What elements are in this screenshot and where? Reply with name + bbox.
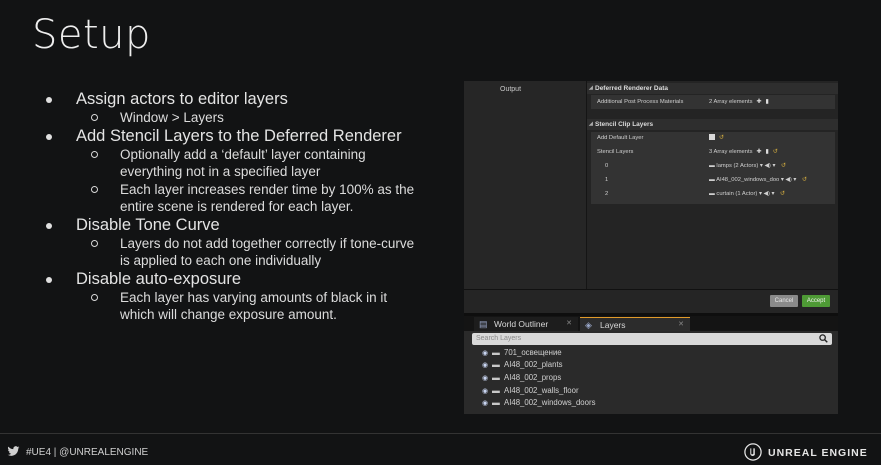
search-icon[interactable] [819, 334, 828, 343]
eye-icon[interactable]: ◉ [482, 398, 492, 410]
tab-layers[interactable]: ◈ Layers ✕ [580, 317, 690, 331]
dialog-footer: Cancel Accept [464, 289, 838, 313]
trash-icon[interactable]: ▮ [766, 146, 769, 158]
details-pane: Deferred Renderer Data Additional Post P… [587, 81, 838, 289]
add-default-layer-row: Add Default Layer ↺ [591, 132, 835, 144]
sub-bullet-item: Optionally add a ‘default’ layer contain… [44, 146, 424, 181]
twitter-icon [7, 446, 20, 456]
deferred-renderer-block: Additional Post Process Materials 2 Arra… [591, 95, 835, 109]
stencil-layer-row[interactable]: 0 ▬ lamps (2 Actors) ▾ ◀) ▾ ↺ [591, 160, 835, 172]
speaker-icon: ◀) [764, 163, 771, 169]
bullet-item: Disable auto-exposure [44, 270, 424, 289]
layers-panel: Search Layers ◉ ▬ 701_освещение ◉ ▬ AI48_002… [464, 331, 838, 414]
layer-item[interactable]: ◉ ▬ AI48_002_plants [482, 359, 563, 371]
sub-bullet-item: Each layer has varying amounts of black … [44, 289, 424, 324]
stencil-layer-dropdown[interactable]: curtain (1 Actor) [716, 191, 757, 197]
panel-tabs: ▤ World Outliner ✕ ◈ Layers ✕ [464, 316, 838, 331]
reset-icon[interactable]: ↺ [719, 135, 724, 141]
post-process-row: Additional Post Process Materials 2 Arra… [591, 96, 835, 108]
accept-button[interactable]: Accept [802, 295, 830, 307]
add-default-layer-label: Add Default Layer [597, 135, 644, 141]
sub-bullet-item: Layers do not add together correctly if … [44, 235, 424, 270]
deferred-renderer-header[interactable]: Deferred Renderer Data [587, 83, 838, 94]
world-outliner-icon: ▤ [479, 319, 488, 329]
stencil-layer-dropdown[interactable]: lamps (2 Actors) [716, 163, 758, 169]
stencil-layers-row: Stencil Layers 3 Array elements ✚ ▮ ↺ [591, 146, 835, 158]
cancel-button[interactable]: Cancel [770, 295, 798, 307]
add-element-icon[interactable]: ✚ [757, 146, 762, 158]
search-input[interactable]: Search Layers [472, 333, 832, 345]
sub-bullet-item: Each layer increases render time by 100%… [44, 181, 424, 216]
stencil-layer-row[interactable]: 2 ▬ curtain (1 Actor) ▾ ◀) ▾ ↺ [591, 188, 835, 200]
bullet-item: Add Stencil Layers to the Deferred Rende… [44, 127, 424, 146]
layer-item[interactable]: ◉ ▬ AI48_002_walls_floor [482, 385, 579, 397]
eye-icon[interactable]: ◉ [482, 360, 492, 372]
unreal-logo-icon [744, 443, 762, 461]
stencil-layers-label: Stencil Layers [597, 149, 634, 155]
post-process-label: Additional Post Process Materials [597, 99, 684, 105]
speaker-icon: ◀) [763, 191, 770, 197]
stencil-layers-count: 3 Array elements [709, 149, 753, 155]
add-element-icon[interactable]: ✚ [757, 96, 762, 108]
stencil-clip-layers-header[interactable]: Stencil Clip Layers [587, 119, 838, 130]
eye-icon[interactable]: ◉ [482, 373, 492, 385]
layer-item[interactable]: ◉ ▬ AI48_002_windows_doors [482, 397, 595, 409]
stencil-layer-dropdown[interactable]: AI48_002_windows_doo [716, 177, 779, 183]
layers-icon: ◈ [585, 320, 592, 330]
search-placeholder: Search Layers [476, 335, 522, 342]
post-process-value: 2 Array elements ✚ ▮ [709, 96, 769, 108]
bullet-item: Assign actors to editor layers [44, 90, 424, 109]
close-icon[interactable]: ✕ [678, 318, 684, 332]
output-label: Output [500, 86, 522, 93]
close-icon[interactable]: ✕ [566, 317, 572, 331]
tab-world-outliner[interactable]: ▤ World Outliner ✕ [474, 317, 578, 331]
trash-icon[interactable]: ▮ [766, 96, 769, 108]
reset-icon[interactable]: ↺ [773, 149, 778, 155]
editor-screenshot: Output Deferred Renderer Data Additional… [464, 81, 838, 414]
layer-item[interactable]: ◉ ▬ AI48_002_props [482, 372, 561, 384]
stencil-block: Add Default Layer ↺ Stencil Layers 3 Arr… [591, 132, 835, 204]
social-handle: #UE4 | @UNREALENGINE [26, 447, 149, 458]
add-default-layer-checkbox[interactable] [709, 134, 715, 141]
output-pane: Output [464, 81, 587, 289]
sub-bullet-item: Window > Layers [44, 109, 424, 127]
slide-title: Setup [32, 12, 151, 58]
brand-wordmark: UNREAL ENGINE [768, 447, 868, 459]
layer-item[interactable]: ◉ ▬ 701_освещение [482, 347, 562, 359]
stencil-layer-row[interactable]: 1 ▬ AI48_002_windows_doo ▾ ◀) ▾ ↺ [591, 174, 835, 186]
speaker-icon: ◀) [785, 177, 792, 183]
bullet-list: Assign actors to editor layers Window > … [44, 90, 424, 324]
footer-divider [0, 433, 881, 434]
bullet-item: Disable Tone Curve [44, 216, 424, 235]
